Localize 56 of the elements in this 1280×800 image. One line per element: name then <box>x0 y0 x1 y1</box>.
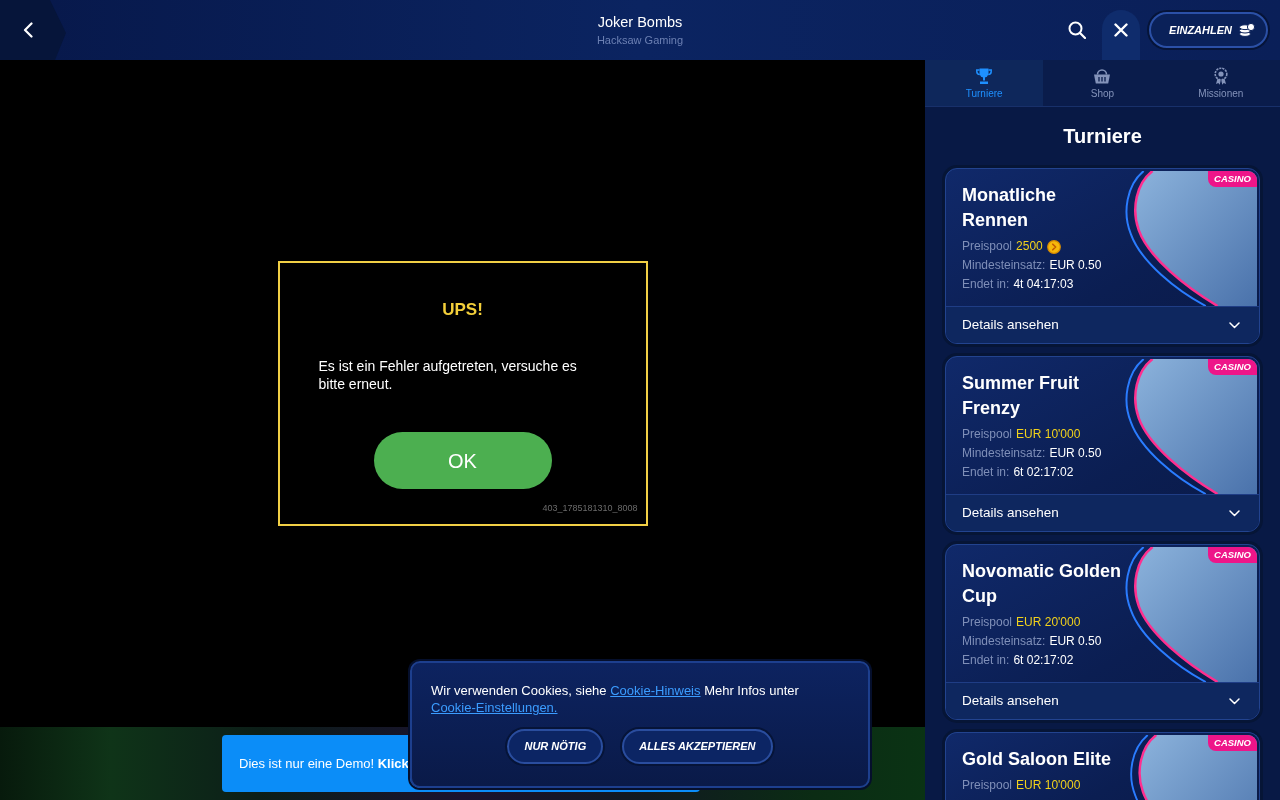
stat-value: EUR 0.50 <box>1049 257 1102 274</box>
stat-value: EUR 0.50 <box>1049 633 1102 650</box>
section-heading: Turniere <box>1062 124 1143 149</box>
cookie-link[interactable]: Cookie-Einstellungen. <box>431 700 558 715</box>
stat-label: Preispool <box>962 614 1013 631</box>
tournament-title: Summer Fruit Frenzy <box>962 372 1081 420</box>
tournament-title: Novomatic Golden Cup <box>962 560 1123 608</box>
error-code: 403_1785181310_8008 <box>541 502 639 514</box>
award-icon <box>1211 67 1230 85</box>
stat-label: Endet in: <box>962 276 1010 293</box>
details-toggle[interactable]: Details ansehen <box>946 494 1259 531</box>
category-badge: CASINO <box>1208 171 1257 187</box>
category-badge: CASINO <box>1208 547 1257 563</box>
tournament-title: Monatliche Rennen <box>962 184 1057 232</box>
sidebar-tab[interactable]: Missionen <box>1161 60 1280 106</box>
search-icon <box>1068 21 1087 39</box>
basket-icon <box>1093 67 1112 85</box>
stat-value: EUR 20'000 <box>1016 614 1081 631</box>
stat-label: Preispool <box>962 238 1013 255</box>
close-icon <box>1114 23 1129 37</box>
category-badge: CASINO <box>1208 359 1257 375</box>
deposit-button[interactable]: EINZAHLEN <box>1149 12 1268 48</box>
category-badge: CASINO <box>1208 735 1257 751</box>
close-button[interactable] <box>1102 10 1141 60</box>
stat-value: EUR 0.50 <box>1049 445 1102 462</box>
stat-value: 6t 02:17:02 <box>1013 464 1074 481</box>
search-button[interactable] <box>1066 19 1089 41</box>
stat-label: Mindesteinsatz: <box>962 445 1046 462</box>
coin-icon <box>1046 239 1061 254</box>
necessary-only-button[interactable]: NUR NÖTIG <box>507 729 604 764</box>
stat-value: EUR 10'000 <box>1016 426 1081 443</box>
trophy-icon <box>975 67 994 85</box>
stat-value: 6t 02:17:02 <box>1013 652 1074 669</box>
sidebar-tab[interactable]: Shop <box>1043 60 1162 106</box>
coin-stack-icon <box>1239 23 1255 37</box>
dialog-title: UPS! <box>441 299 484 321</box>
details-toggle[interactable]: Details ansehen <box>946 682 1259 719</box>
chevron-left-icon <box>23 22 33 38</box>
stat-value: 4t 04:17:03 <box>1013 276 1074 293</box>
game-provider: Hacksaw Gaming <box>596 33 684 47</box>
stat-value: EUR 10'000 <box>1016 777 1081 794</box>
stat-label: Preispool <box>962 426 1013 443</box>
stat-label: Mindesteinsatz: <box>962 633 1046 650</box>
cookie-link[interactable]: Cookie-Hinweis <box>610 683 701 698</box>
sidebar-tab[interactable]: Turniere <box>925 60 1044 106</box>
stat-label: Mindesteinsatz: <box>962 257 1046 274</box>
stat-label: Endet in: <box>962 652 1010 669</box>
cookie-message: Wir verwenden Cookies, siehe Cookie-Hinweis Mehr Infos unter Cookie-Einstellungen. <box>431 682 800 716</box>
stat-label: Preispool <box>962 777 1013 794</box>
game-title: Joker Bombs <box>596 13 684 31</box>
stat-value: 2500 <box>1016 238 1043 255</box>
tournament-title: Gold Saloon Elite <box>962 748 1112 771</box>
dialog-message: Es ist ein Fehler aufgetreten, versuche es bitte erneut. <box>318 357 578 393</box>
accept-all-button[interactable]: ALLES AKZEPTIEREN <box>622 729 773 764</box>
stat-label: Endet in: <box>962 464 1010 481</box>
details-toggle[interactable]: Details ansehen <box>946 306 1259 343</box>
